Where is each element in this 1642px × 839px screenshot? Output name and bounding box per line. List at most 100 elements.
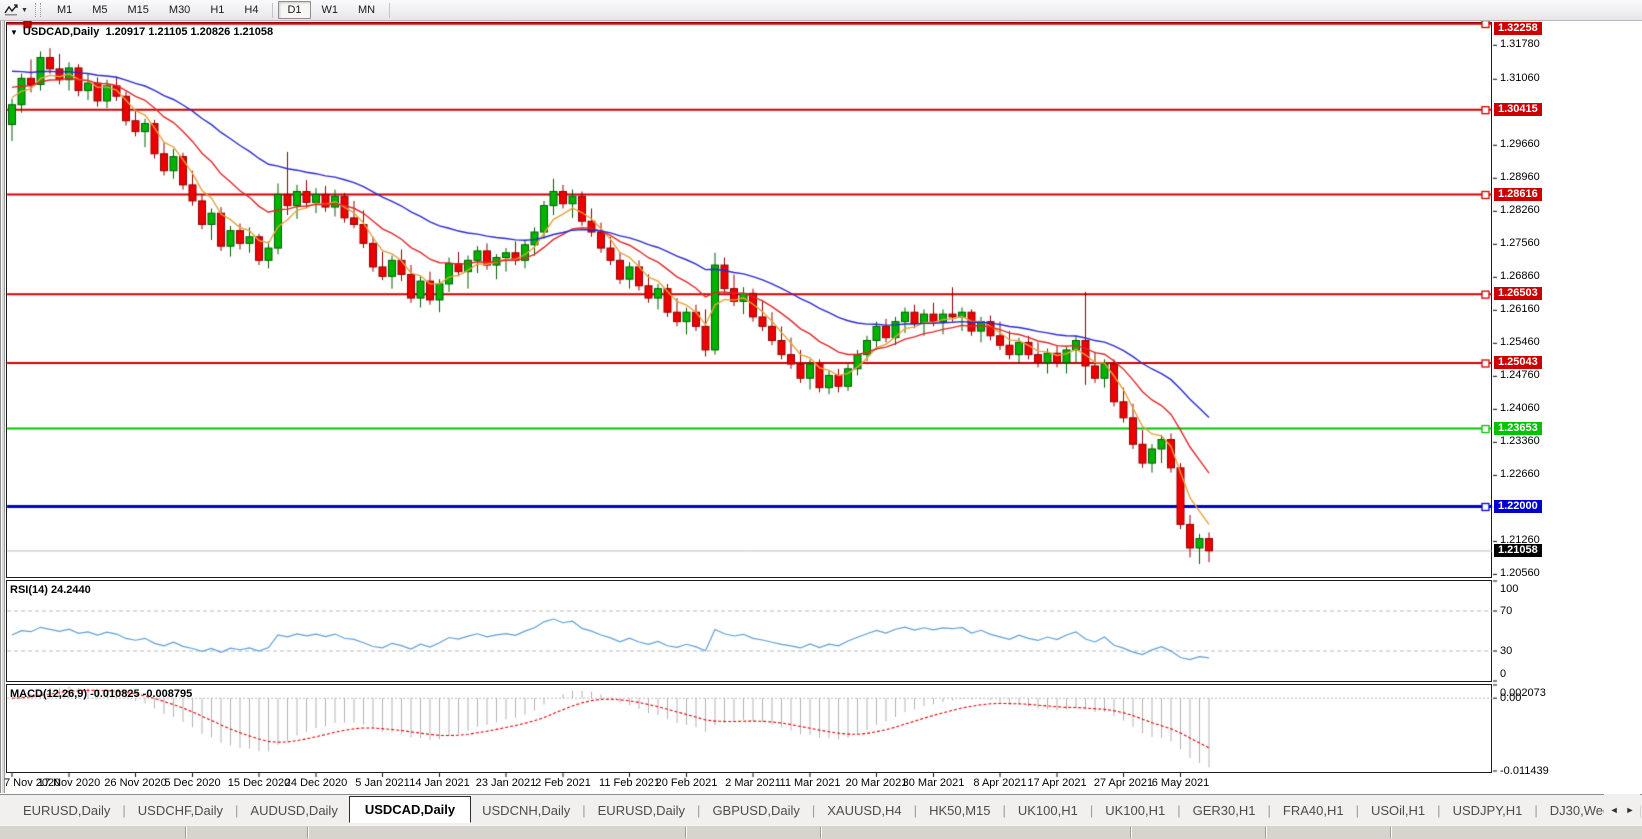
timeframe-toolbar: ▼ M1M5M15M30H1H4 D1W1MN	[0, 0, 1642, 21]
ohlc-high: 1.21105	[148, 26, 187, 38]
timeframe-button-h4[interactable]: H4	[235, 1, 267, 19]
level-price-box: 1.30415	[1494, 103, 1542, 116]
tab-scroll-arrows: ◄ ►	[1604, 794, 1640, 825]
symbol-tab-ger30-h1[interactable]: GER30,H1	[1182, 798, 1267, 823]
rsi-axis-tick: 30	[1500, 645, 1512, 657]
level-price-box: 1.32258	[1494, 22, 1542, 35]
rsi-axis-tick: 0	[1500, 668, 1506, 680]
price-axis-tick: 1.26160	[1500, 303, 1540, 315]
level-price-box: 1.23653	[1494, 422, 1542, 435]
toolbar-separator-end	[389, 3, 390, 18]
date-axis-label: 5 Jan 2021	[355, 777, 409, 789]
tab-scroll-left-icon[interactable]: ◄	[1610, 805, 1619, 815]
status-bar-separator	[1265, 827, 1266, 838]
ohlc-open: 1.20917	[105, 26, 145, 38]
rsi-axis-tick: 100	[1500, 583, 1518, 595]
symbol-tab-usdchf-daily[interactable]: USDCHF,Daily	[127, 798, 234, 823]
tab-scroll-right-icon[interactable]: ►	[1626, 805, 1635, 815]
date-axis-label: 8 Apr 2021	[973, 777, 1026, 789]
timeframe-buttons: M1M5M15M30H1H4	[47, 1, 269, 19]
date-axis-label: 20 Feb 2021	[656, 777, 718, 789]
price-axis-tick: 1.25460	[1500, 336, 1540, 348]
symbol-tab-usoil-h1[interactable]: USOil,H1	[1360, 798, 1436, 823]
ohlc-close: 1.21058	[233, 26, 273, 38]
macd-label: MACD(12,26,9) -0.010825 -0.008795	[10, 688, 192, 700]
macd-axis-tick: -0.011439	[1500, 765, 1549, 777]
price-axis-tick: 1.20560	[1500, 567, 1540, 579]
current-price-box: 1.21058	[1494, 544, 1542, 557]
symbol-tab-fra40-h1[interactable]: FRA40,H1	[1272, 798, 1355, 823]
toolbar-grip[interactable]	[35, 3, 41, 17]
status-bar-separator	[307, 827, 308, 838]
price-axis-tick: 1.28260	[1500, 204, 1540, 216]
date-axis-label: 17 Nov 2020	[38, 777, 100, 789]
price-axis-tick: 1.31060	[1500, 72, 1540, 84]
symbol-tab-eurusd-daily[interactable]: EURUSD,Daily	[12, 798, 121, 823]
status-bar-separator	[820, 827, 821, 838]
date-axis-label: 17 Apr 2021	[1027, 777, 1086, 789]
chart-cursor-icon[interactable]	[3, 3, 20, 18]
level-price-box: 1.25043	[1494, 356, 1542, 369]
date-axis-label: 15 Dec 2020	[228, 777, 290, 789]
symbol-tab-uk100-h1[interactable]: UK100,H1	[1094, 798, 1176, 823]
price-axis-tick: 1.24760	[1500, 369, 1540, 381]
symbol-tab-usdcad-daily[interactable]: USDCAD,Daily	[349, 796, 471, 823]
price-axis-tick: 1.29660	[1500, 138, 1540, 150]
chart-canvas[interactable]	[0, 0, 1642, 838]
date-axis-label: 2 Mar 2021	[725, 777, 781, 789]
date-axis-label: 26 Nov 2020	[104, 777, 166, 789]
symbol-tab-eurusd-daily[interactable]: EURUSD,Daily	[587, 798, 696, 823]
timeframe-button-m15[interactable]: M15	[119, 1, 158, 19]
price-axis-tick: 1.27560	[1500, 237, 1540, 249]
timeframe-button-h1[interactable]: H1	[201, 1, 233, 19]
date-axis-label: 11 Mar 2021	[780, 777, 841, 789]
rsi-axis-tick: 70	[1500, 605, 1512, 617]
rsi-label: RSI(14) 24.2440	[10, 584, 91, 596]
status-bar-separator	[1130, 827, 1131, 838]
date-axis-label: 11 Feb 2021	[599, 777, 660, 789]
price-axis-tick: 1.24060	[1500, 402, 1540, 414]
date-axis-label: 6 May 2021	[1152, 777, 1209, 789]
timeframe-buttons-higher: D1W1MN	[277, 1, 385, 19]
price-axis-tick: 1.31780	[1500, 38, 1540, 50]
ohlc-low: 1.20826	[191, 26, 231, 38]
timeframe-button-m5[interactable]: M5	[83, 1, 116, 19]
timeframe-button-d1[interactable]: D1	[278, 1, 310, 19]
status-bar-separator	[185, 827, 186, 838]
symbol-tab-gbpusd-daily[interactable]: GBPUSD,Daily	[701, 798, 810, 823]
status-bar-separator	[1390, 827, 1391, 838]
level-price-box: 1.22000	[1494, 500, 1542, 513]
level-price-box: 1.26503	[1494, 287, 1542, 300]
timeframe-button-w1[interactable]: W1	[313, 1, 348, 19]
symbol-tab-audusd-daily[interactable]: AUDUSD,Daily	[239, 798, 348, 823]
chart-title: ▼USDCAD,Daily 1.20917 1.21105 1.20826 1.…	[10, 26, 273, 38]
date-axis-label: 5 Dec 2020	[164, 777, 220, 789]
date-axis-label: 23 Jan 2021	[476, 777, 537, 789]
chart-tool-dropdown-icon[interactable]: ▼	[21, 7, 28, 14]
date-axis-label: 27 Apr 2021	[1094, 777, 1153, 789]
price-axis-tick: 1.23360	[1500, 435, 1540, 447]
timeframe-button-m1[interactable]: M1	[48, 1, 81, 19]
date-axis-label: 14 Jan 2021	[409, 777, 470, 789]
date-axis-label: 30 Mar 2021	[903, 777, 965, 789]
toolbar-separator	[272, 3, 273, 18]
date-axis-label: 24 Dec 2020	[285, 777, 347, 789]
price-axis-tick: 1.22660	[1500, 468, 1540, 480]
price-axis-tick: 1.28960	[1500, 171, 1540, 183]
status-bar	[0, 825, 1642, 839]
symbol-tab-usdjpy-h1[interactable]: USDJPY,H1	[1442, 798, 1534, 823]
symbol-tab-xauusd-h4[interactable]: XAUUSD,H4	[816, 798, 912, 823]
price-axis-tick: 1.26860	[1500, 270, 1540, 282]
date-axis-label: 2 Feb 2021	[535, 777, 591, 789]
symbol-tab-hk50-m15[interactable]: HK50,M15	[918, 798, 1001, 823]
symbol-tab-uk100-h1[interactable]: UK100,H1	[1007, 798, 1089, 823]
symbol-tab-bar: EURUSD,Daily|USDCHF,Daily|AUDUSD,DailyUS…	[0, 794, 1642, 825]
status-bar-separator	[685, 827, 686, 838]
collapse-triangle-icon[interactable]: ▼	[10, 28, 18, 37]
level-price-box: 1.28616	[1494, 188, 1542, 201]
date-axis-label: 20 Mar 2021	[846, 777, 908, 789]
timeframe-button-m30[interactable]: M30	[160, 1, 199, 19]
macd-axis-tick: 0.00	[1500, 692, 1521, 704]
timeframe-button-mn[interactable]: MN	[349, 1, 384, 19]
symbol-tab-usdcnh-daily[interactable]: USDCNH,Daily	[471, 798, 581, 823]
